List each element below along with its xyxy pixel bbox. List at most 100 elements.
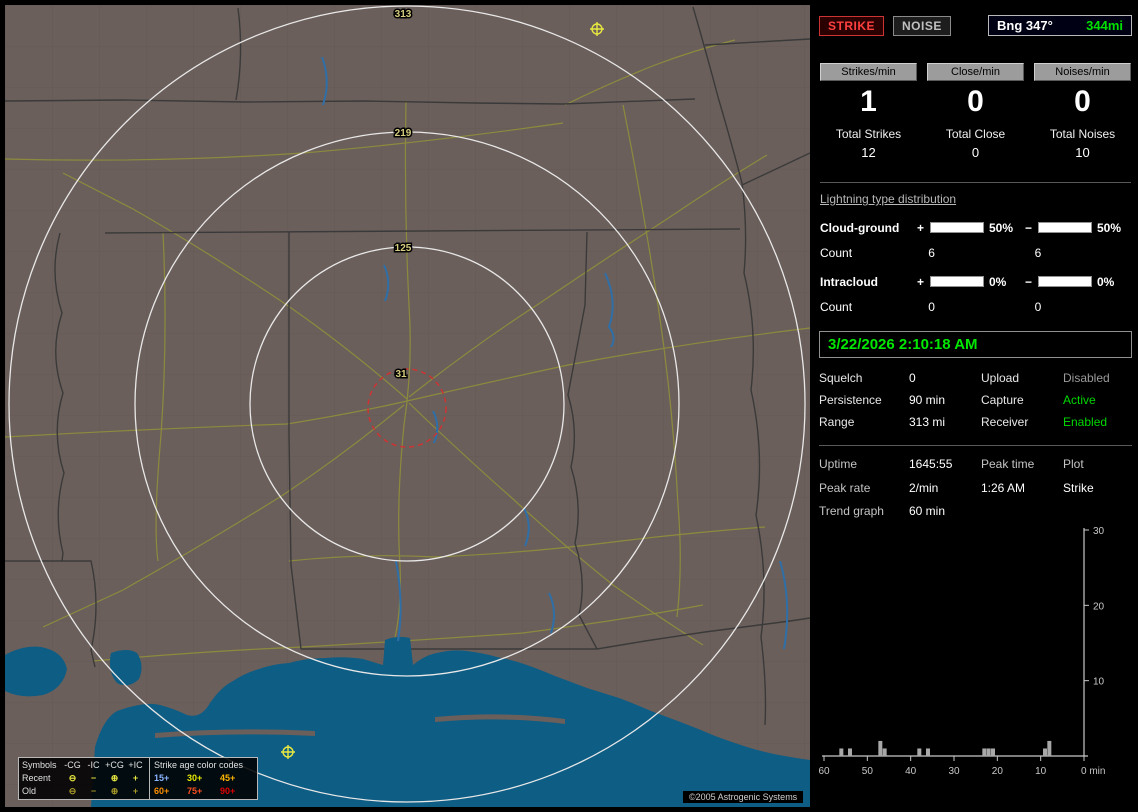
plot-label: Plot bbox=[1063, 457, 1084, 471]
uptime-label: Uptime bbox=[819, 457, 858, 471]
range-label-31: 31 bbox=[395, 369, 407, 380]
age-code-60: 60+ bbox=[154, 786, 170, 796]
recent-neg-cg-icon: ⊖ bbox=[68, 773, 77, 783]
age-code-45: 45+ bbox=[220, 773, 236, 783]
lightning-map[interactable]: 313 219 125 31 Symbols -CG -IC +CG +IC R… bbox=[5, 5, 810, 807]
copyright-notice: ©2005 Astrogenic Systems bbox=[683, 791, 804, 803]
upload-status: Disabled bbox=[1063, 371, 1110, 385]
persistence-label: Persistence bbox=[819, 393, 882, 407]
age-code-90: 90+ bbox=[220, 786, 236, 796]
range-label-125: 125 bbox=[395, 243, 412, 254]
plot-value: Strike bbox=[1063, 481, 1094, 495]
range-value: 313 mi bbox=[909, 415, 946, 429]
svg-text:20: 20 bbox=[1093, 601, 1105, 612]
cg-plus-percent: 50% bbox=[989, 220, 1014, 235]
map-legend: Symbols -CG -IC +CG +IC Recent ⊖ − ⊕ + O… bbox=[18, 757, 258, 800]
ic-plus-bar bbox=[930, 276, 984, 287]
squelch-value: 0 bbox=[909, 371, 916, 385]
legend-col-neg-ic: -IC bbox=[87, 760, 100, 770]
cg-minus-count: 6 bbox=[1034, 245, 1042, 260]
noise-indicator-button[interactable]: NOISE bbox=[893, 15, 951, 36]
intracloud-count-row: Count 0 0 bbox=[820, 294, 1131, 319]
peak-time-value: 1:26 AM bbox=[981, 481, 1026, 495]
total-noises-value: 10 bbox=[1075, 145, 1090, 160]
noises-per-min-button[interactable]: Noises/min bbox=[1034, 63, 1131, 81]
minus-sign: − bbox=[1024, 220, 1032, 235]
total-strikes-label: Total Strikes bbox=[835, 127, 902, 141]
cg-plus-count: 6 bbox=[928, 245, 935, 260]
total-strikes-value: 12 bbox=[861, 145, 876, 160]
capture-status: Active bbox=[1063, 393, 1096, 407]
strikes-per-min-button[interactable]: Strikes/min bbox=[820, 63, 917, 81]
svg-text:30: 30 bbox=[1093, 526, 1105, 537]
age-code-30: 30+ bbox=[187, 773, 203, 783]
svg-text:0 min: 0 min bbox=[1081, 766, 1105, 777]
ic-minus-bar bbox=[1038, 276, 1092, 287]
legend-col-pos-ic: +IC bbox=[128, 760, 143, 770]
upload-label: Upload bbox=[981, 371, 1020, 385]
cloud-ground-row: Cloud-ground + 50% − 50% bbox=[820, 215, 1131, 240]
trend-graph-row: Trend graph 60 min bbox=[819, 504, 1132, 518]
recent-pos-cg-icon: ⊕ bbox=[110, 773, 119, 783]
uptime-value: 1645:55 bbox=[909, 457, 953, 471]
old-pos-cg-icon: ⊕ bbox=[110, 786, 119, 796]
settings-panel: Squelch 0 Upload Disabled Persistence 90… bbox=[819, 371, 1132, 429]
old-pos-ic-icon: + bbox=[132, 786, 139, 796]
plus-sign: + bbox=[916, 274, 924, 289]
ic-minus-percent: 0% bbox=[1097, 274, 1115, 289]
bearing-label: Bng 347° bbox=[997, 18, 1053, 33]
age-code-75: 75+ bbox=[187, 786, 203, 796]
cg-minus-bar bbox=[1038, 222, 1092, 233]
svg-text:50: 50 bbox=[862, 766, 874, 777]
cg-minus-percent: 50% bbox=[1097, 220, 1122, 235]
datetime-display: 3/22/2026 2:10:18 AM bbox=[819, 331, 1132, 358]
legend-old-label: Old bbox=[22, 786, 37, 796]
total-noises-label: Total Noises bbox=[1049, 127, 1116, 141]
peak-rate-label: Peak rate bbox=[819, 481, 871, 495]
ic-minus-count: 0 bbox=[1034, 299, 1042, 314]
svg-text:40: 40 bbox=[905, 766, 917, 777]
cg-count-label: Count bbox=[820, 245, 853, 260]
intracloud-label: Intracloud bbox=[820, 274, 879, 289]
svg-text:10: 10 bbox=[1093, 677, 1105, 688]
legend-col-neg-cg: -CG bbox=[64, 760, 81, 770]
strikes-per-min-value: 1 bbox=[860, 85, 877, 118]
ic-count-label: Count bbox=[820, 299, 853, 314]
noises-column: Noises/min 0 Total Noises 10 bbox=[1034, 63, 1131, 160]
bearing-box: Bng 347° 344mi bbox=[988, 15, 1132, 36]
sidebar: STRIKE NOISE Bng 347° 344mi Strikes/min … bbox=[818, 5, 1133, 807]
strike-indicator-button[interactable]: STRIKE bbox=[819, 15, 885, 36]
peak-rate-value: 2/min bbox=[909, 481, 939, 495]
distribution-title: Lightning type distribution bbox=[820, 192, 957, 206]
receiver-status: Enabled bbox=[1063, 415, 1108, 429]
lightning-distribution-panel: Lightning type distribution Cloud-ground… bbox=[820, 182, 1131, 319]
squelch-label: Squelch bbox=[819, 371, 863, 385]
rate-columns: Strikes/min 1 Total Strikes 12 Close/min… bbox=[820, 63, 1131, 160]
close-per-min-button[interactable]: Close/min bbox=[927, 63, 1024, 81]
ic-plus-count: 0 bbox=[928, 299, 935, 314]
range-label-313: 313 bbox=[395, 9, 412, 20]
trend-graph-chart: 60 50 40 30 20 10 0 min 30 20 10 bbox=[818, 526, 1105, 777]
ic-plus-percent: 0% bbox=[989, 274, 1007, 289]
persistence-value: 90 min bbox=[909, 393, 946, 407]
map-canvas: 313 219 125 31 bbox=[5, 5, 810, 807]
noises-per-min-value: 0 bbox=[1074, 85, 1091, 118]
close-per-min-value: 0 bbox=[967, 85, 984, 118]
svg-text:60: 60 bbox=[818, 766, 830, 777]
cloud-ground-count-row: Count 6 6 bbox=[820, 240, 1131, 265]
nexstorm-app: { "colors": { "accent_green": "#00e000",… bbox=[0, 0, 1138, 812]
close-column: Close/min 0 Total Close 0 bbox=[927, 63, 1024, 160]
plus-sign: + bbox=[916, 220, 924, 235]
legend-symbols-header: Symbols bbox=[22, 760, 57, 770]
range-label: Range bbox=[819, 415, 855, 429]
total-close-value: 0 bbox=[971, 145, 980, 160]
svg-text:10: 10 bbox=[1035, 766, 1047, 777]
capture-label: Capture bbox=[981, 393, 1024, 407]
svg-text:30: 30 bbox=[948, 766, 960, 777]
legend-recent-label: Recent bbox=[22, 773, 51, 783]
range-label-219: 219 bbox=[395, 128, 412, 139]
recent-pos-ic-icon: + bbox=[132, 773, 139, 783]
svg-text:20: 20 bbox=[992, 766, 1004, 777]
old-neg-ic-icon: − bbox=[90, 786, 97, 796]
recent-neg-ic-icon: − bbox=[90, 773, 97, 783]
